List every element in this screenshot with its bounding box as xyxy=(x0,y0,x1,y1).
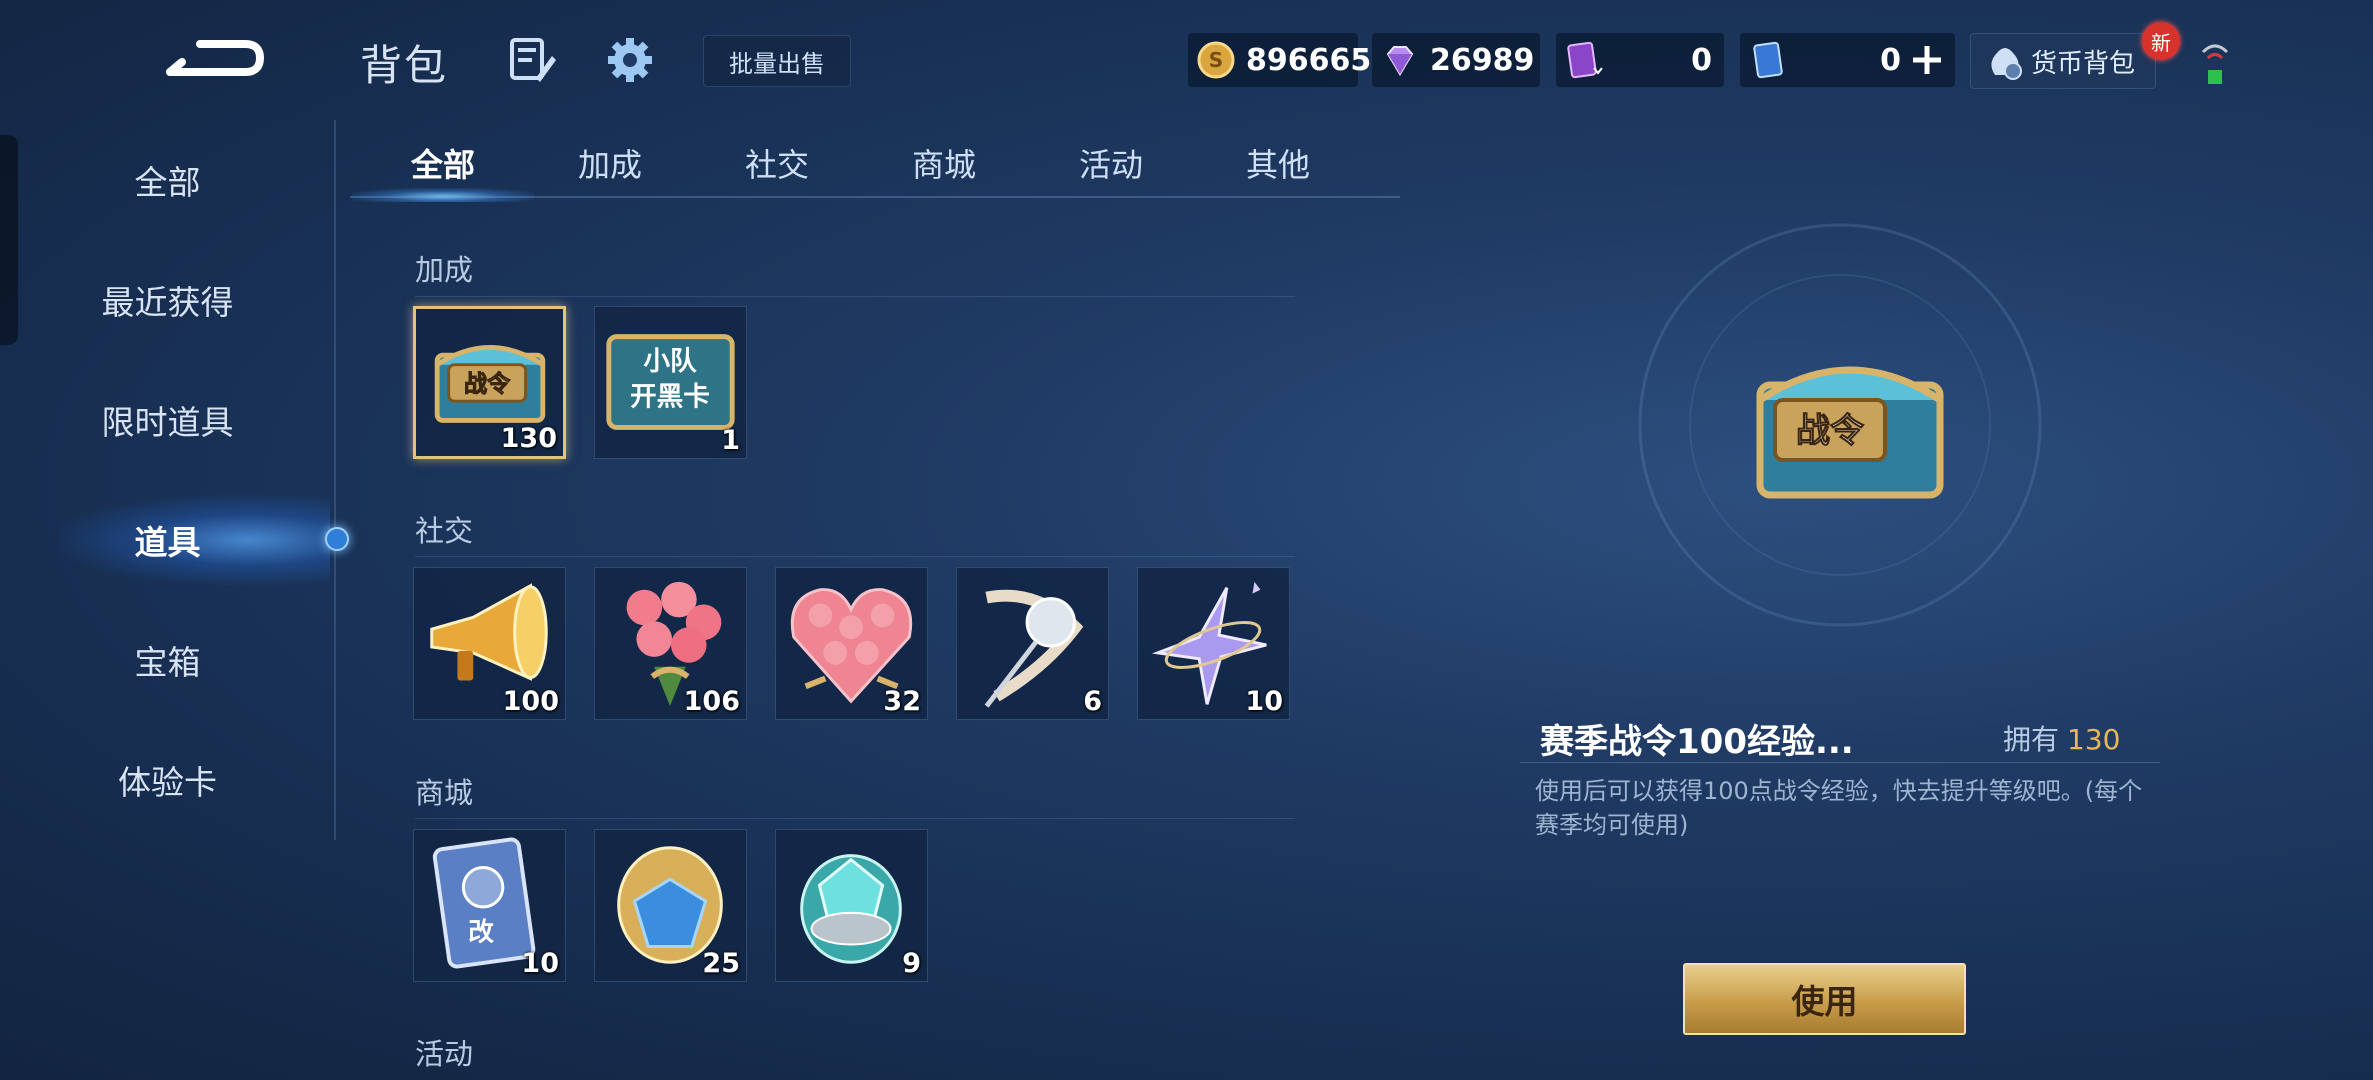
section-rule xyxy=(415,296,1295,297)
sidebar-item-chests[interactable]: 宝箱 xyxy=(0,625,335,695)
section-rule xyxy=(415,556,1295,557)
squad-card-line1: 小队 xyxy=(643,346,697,377)
item-silver-rose[interactable]: 6 xyxy=(956,567,1109,720)
section-title-social: 社交 xyxy=(415,514,474,548)
item-count: 25 xyxy=(702,948,740,979)
use-button[interactable]: 使用 xyxy=(1683,963,1966,1035)
item-name: 赛季战令100经验... xyxy=(1540,722,1854,762)
owned-label: 拥有 xyxy=(2003,723,2060,756)
rename-card-label: 改 xyxy=(468,917,494,948)
section-title-boost: 加成 xyxy=(415,253,474,287)
preview-chest-label: 战令 xyxy=(1796,411,1865,451)
gold-amount: 896665 xyxy=(1246,42,1372,78)
plus-icon[interactable] xyxy=(1909,42,1945,78)
item-star[interactable]: 10 xyxy=(1137,567,1290,720)
owned-count: 拥有 130 xyxy=(2003,718,2120,758)
item-description: 使用后可以获得100点战令经验，快去提升等级吧。(每个赛季均可使用) xyxy=(1535,777,2143,839)
tab-all[interactable]: 全部 xyxy=(383,140,503,186)
sidebar-item-trial-cards[interactable]: 体验卡 xyxy=(0,745,335,815)
section-title-shop: 商城 xyxy=(415,776,474,810)
tab-event[interactable]: 活动 xyxy=(1051,140,1171,186)
sidebar: 全部 最近获得 限时道具 道具 宝箱 体验卡 xyxy=(0,120,335,840)
item-count: 9 xyxy=(902,948,921,979)
battle-pass-chest-icon: 战令 xyxy=(1756,366,1944,499)
item-rose-bouquet[interactable]: 106 xyxy=(594,567,747,720)
purple-ticket-currency[interactable]: 0 xyxy=(1556,33,1724,87)
batch-sell-button[interactable]: 批量出售 xyxy=(703,35,851,87)
purple-ticket-amount: 0 xyxy=(1691,42,1712,78)
gold-coin-icon: S xyxy=(1197,41,1235,79)
blue-ticket-icon xyxy=(1753,41,1783,79)
tab-shop[interactable]: 商城 xyxy=(884,140,1004,186)
tab-other[interactable]: 其他 xyxy=(1218,140,1338,186)
wallet-label: 货币背包 xyxy=(2031,48,2136,79)
blue-ticket-currency: 0 xyxy=(1740,33,1955,87)
item-count: 32 xyxy=(883,686,921,717)
item-preview: 战令 xyxy=(1625,210,2055,640)
item-squad-card[interactable]: 小队 开黑卡 1 xyxy=(594,306,747,459)
item-rename-card[interactable]: 改 10 xyxy=(413,829,566,982)
diamond-icon xyxy=(1386,46,1414,76)
item-rose-heart[interactable]: 32 xyxy=(775,567,928,720)
sidebar-item-props[interactable]: 道具 xyxy=(0,505,335,575)
item-count: 1 xyxy=(721,425,740,456)
item-teal-crystal[interactable]: 9 xyxy=(775,829,928,982)
owned-value: 130 xyxy=(2067,723,2121,756)
item-count: 130 xyxy=(500,423,557,454)
category-tabs: 全部 加成 社交 商城 活动 其他 xyxy=(350,140,1400,200)
back-button[interactable] xyxy=(160,20,270,100)
sidebar-item-limited[interactable]: 限时道具 xyxy=(0,385,335,455)
gear-icon[interactable] xyxy=(604,34,656,86)
edit-icon[interactable] xyxy=(506,34,558,86)
item-gold-crystal[interactable]: 25 xyxy=(594,829,747,982)
item-count: 106 xyxy=(683,686,740,717)
currency-wallet-button[interactable]: 货币背包 xyxy=(1970,33,2156,89)
item-count: 100 xyxy=(502,686,559,717)
purple-ticket-icon xyxy=(1567,41,1603,79)
diamond-amount: 26989 xyxy=(1430,42,1535,78)
sidebar-item-recent[interactable]: 最近获得 xyxy=(0,265,335,335)
sidebar-item-all[interactable]: 全部 xyxy=(0,145,335,215)
item-count: 10 xyxy=(521,948,559,979)
detail-divider xyxy=(1520,762,2160,763)
item-megaphone[interactable]: 100 xyxy=(413,567,566,720)
sidebar-active-dot xyxy=(325,527,349,551)
squad-card-line2: 开黑卡 xyxy=(630,382,710,413)
svg-text:S: S xyxy=(1209,48,1223,72)
page-title: 背包 xyxy=(360,41,449,90)
tab-boost[interactable]: 加成 xyxy=(550,140,670,186)
item-battle-pass-chest[interactable]: 战令 130 xyxy=(413,306,566,459)
section-title-event: 活动 xyxy=(415,1037,474,1071)
chest-label: 战令 xyxy=(464,371,511,398)
signal-icon xyxy=(2200,38,2230,88)
tab-social[interactable]: 社交 xyxy=(717,140,837,186)
item-count: 10 xyxy=(1245,686,1283,717)
section-rule xyxy=(415,818,1295,819)
diamond-currency: 26989 xyxy=(1372,33,1540,87)
blue-ticket-amount: 0 xyxy=(1880,42,1901,78)
new-badge: 新 xyxy=(2142,22,2180,60)
money-bag-icon xyxy=(1991,48,2022,80)
gold-currency: S 896665 xyxy=(1188,33,1371,87)
item-count: 6 xyxy=(1083,686,1102,717)
back-arrow-icon xyxy=(166,40,265,76)
